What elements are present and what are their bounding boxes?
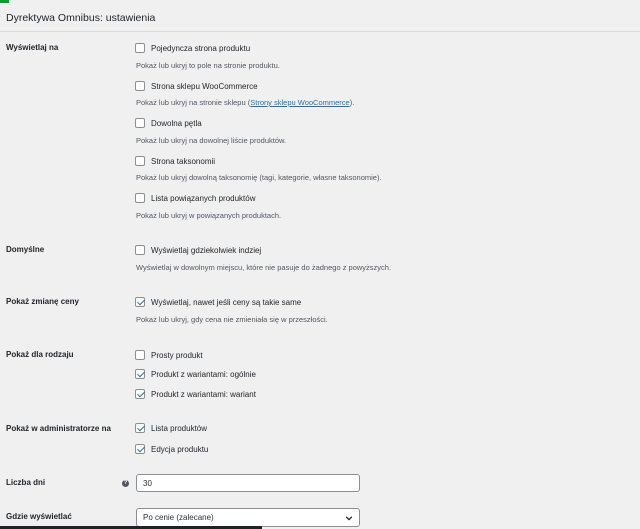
checkbox[interactable] bbox=[135, 193, 145, 203]
question-mark-icon[interactable]: ? bbox=[122, 480, 129, 487]
checkbox[interactable] bbox=[135, 43, 145, 53]
where-select-value: Po cenie (zalecane) bbox=[143, 513, 214, 522]
checkbox-label: Lista produktów bbox=[151, 423, 208, 433]
checkbox-checked[interactable] bbox=[135, 423, 145, 433]
chevron-down-icon bbox=[345, 515, 353, 521]
checkbox-label: Strona sklepu WooCommerce bbox=[151, 81, 258, 91]
option-simple-product[interactable]: Prosty produkt bbox=[135, 349, 203, 361]
checkbox-checked[interactable] bbox=[135, 369, 145, 379]
checkbox[interactable] bbox=[135, 245, 145, 255]
option-anywhere-else[interactable]: Wyświetlaj gdziekolwiek indziej bbox=[135, 244, 261, 256]
checkbox-label: Produkt z wariantami: ogólnie bbox=[151, 369, 256, 379]
checkbox[interactable] bbox=[135, 118, 145, 128]
option-description: Pokaż lub ukryj to pole na stronie produ… bbox=[136, 61, 280, 70]
checkbox-label: Pojedyncza strona produktu bbox=[151, 43, 251, 53]
page-title: Dyrektywa Omnibus: ustawienia bbox=[6, 12, 156, 24]
checkbox[interactable] bbox=[135, 350, 145, 360]
display-on-label: Wyświetlaj na bbox=[6, 43, 59, 52]
default-label: Domyślne bbox=[6, 245, 45, 254]
product-type-label: Pokaż dla rodzaju bbox=[6, 350, 74, 359]
option-product-list[interactable]: Lista produktów bbox=[135, 422, 207, 434]
price-change-label: Pokaż zmianę ceny bbox=[6, 297, 79, 306]
option-shop-page[interactable]: Strona sklepu WooCommerce bbox=[135, 80, 258, 92]
checkbox[interactable] bbox=[135, 156, 145, 166]
checkbox-checked[interactable] bbox=[135, 297, 145, 307]
checkbox-label: Produkt z wariantami: wariant bbox=[151, 389, 256, 399]
option-description: Pokaż lub ukryj na dowolnej liście produ… bbox=[136, 136, 287, 145]
checkbox-label: Dowolna pętla bbox=[151, 118, 202, 128]
option-variable-variant[interactable]: Produkt z wariantami: wariant bbox=[135, 388, 256, 400]
option-related-products[interactable]: Lista powiązanych produktów bbox=[135, 192, 256, 204]
where-label: Gdzie wyświetlać bbox=[6, 512, 72, 521]
top-bar bbox=[0, 0, 640, 3]
days-input[interactable]: 30 bbox=[136, 474, 360, 492]
option-product-edit[interactable]: Edycja produktu bbox=[135, 443, 208, 455]
option-show-same-price[interactable]: Wyświetlaj, nawet jeśli ceny są takie sa… bbox=[135, 296, 301, 308]
checkbox[interactable] bbox=[135, 81, 145, 91]
option-any-loop[interactable]: Dowolna pętla bbox=[135, 117, 202, 129]
option-description: Pokaż lub ukryj, gdy cena nie zmieniała … bbox=[136, 315, 328, 324]
checkbox-label: Strona taksonomii bbox=[151, 156, 216, 166]
header-divider bbox=[0, 31, 640, 32]
where-select[interactable]: Po cenie (zalecane) bbox=[136, 508, 360, 527]
admin-label: Pokaż w administratorze na bbox=[6, 424, 111, 433]
checkbox-label: Edycja produktu bbox=[151, 444, 209, 454]
top-bar-accent bbox=[0, 0, 9, 3]
option-description: Pokaż lub ukryj w powiązanych produktach… bbox=[136, 211, 282, 220]
checkbox-label: Lista powiązanych produktów bbox=[151, 193, 256, 203]
option-description: Pokaż lub ukryj dowolną taksonomię (tagi… bbox=[136, 173, 382, 182]
checkbox-checked[interactable] bbox=[135, 389, 145, 399]
option-description: Pokaż lub ukryj na stronie sklepu (Stron… bbox=[136, 98, 355, 107]
checkbox-checked[interactable] bbox=[135, 444, 145, 454]
shop-page-link[interactable]: Strony sklepu WooCommerce bbox=[250, 98, 349, 107]
option-description: Wyświetlaj w dowolnym miejscu, które nie… bbox=[136, 263, 392, 272]
option-taxonomy-page[interactable]: Strona taksonomii bbox=[135, 155, 215, 167]
checkbox-label: Prosty produkt bbox=[151, 350, 203, 360]
checkbox-label: Wyświetlaj, nawet jeśli ceny są takie sa… bbox=[151, 297, 302, 307]
option-single-product[interactable]: Pojedyncza strona produktu bbox=[135, 42, 250, 54]
days-label: Liczba dni bbox=[6, 478, 46, 487]
option-variable-general[interactable]: Produkt z wariantami: ogólnie bbox=[135, 368, 256, 380]
days-input-value: 30 bbox=[143, 478, 152, 488]
checkbox-label: Wyświetlaj gdziekolwiek indziej bbox=[151, 245, 262, 255]
